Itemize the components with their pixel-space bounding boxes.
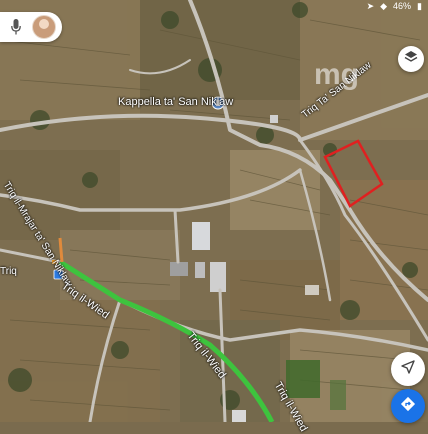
- wifi-icon: ◆: [380, 0, 388, 11]
- layers-button[interactable]: [398, 46, 424, 72]
- my-location-icon: [401, 359, 415, 379]
- directions-button[interactable]: [391, 389, 425, 423]
- my-location-button[interactable]: [391, 352, 425, 386]
- mic-icon[interactable]: [10, 19, 22, 35]
- watermark-logo: mg: [314, 58, 359, 91]
- directions-icon: [400, 396, 416, 417]
- status-bar: ➤ ◆ 46% ▮: [367, 0, 422, 12]
- battery-level: 46%: [393, 1, 412, 11]
- navigation-icon: ➤: [366, 0, 375, 11]
- battery-icon: ▮: [417, 0, 422, 11]
- layers-icon: [404, 50, 418, 69]
- poi-label: Kappella ta' San Niklaw: [118, 96, 234, 108]
- search-bar[interactable]: [0, 12, 62, 42]
- user-avatar[interactable]: [32, 15, 56, 39]
- road-label-triq-left: Triq: [0, 266, 17, 277]
